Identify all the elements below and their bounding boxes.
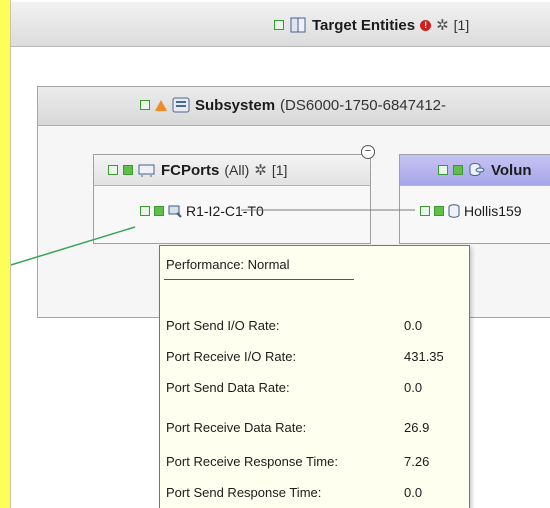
status-normal-icon — [140, 206, 150, 216]
metric-value: 0.0 — [404, 485, 423, 500]
metric-row: Port Send I/O Rate: 0.0 — [166, 318, 462, 336]
asterisk-icon: ✲ — [436, 17, 449, 34]
metric-value: 7.26 — [404, 454, 430, 469]
status-normal-icon — [274, 20, 284, 30]
metric-value: 26.9 — [404, 420, 430, 435]
status-normal-icon — [123, 165, 133, 175]
volumes-header[interactable]: Volun — [400, 155, 550, 186]
storage-subsystem-icon — [172, 97, 190, 113]
target-entities-title: Target Entities — [312, 16, 416, 34]
fc-port-label: R1-I2-C1-T0 — [186, 203, 264, 219]
fcports-filter: (All) — [224, 162, 250, 178]
status-normal-icon — [140, 100, 150, 110]
fc-port-icon — [168, 205, 182, 218]
status-normal-icon — [420, 206, 430, 216]
fcports-count: [1] — [271, 162, 288, 178]
metric-row: Port Send Data Rate: 0.0 — [166, 380, 462, 398]
metric-row: Port Send Response Time: 0.0 — [166, 485, 462, 503]
status-normal-icon — [108, 165, 118, 175]
entity-group-icon — [290, 17, 306, 33]
target-entities-count: [1] — [453, 17, 470, 33]
error-icon: ! — [420, 19, 432, 31]
fc-port-item[interactable]: R1-I2-C1-T0 — [140, 203, 264, 219]
volume-icon — [448, 204, 460, 218]
volumes-title: Volun — [491, 161, 532, 179]
metric-label: Port Receive Data Rate: — [166, 420, 307, 435]
fcports-group[interactable]: FCPorts (All) ✲ [1] R1-I2-C1-T0 — [93, 154, 371, 244]
metric-label: Port Receive Response Time: — [166, 454, 338, 469]
metric-label: Port Send Response Time: — [166, 485, 322, 500]
warning-triangle-icon — [155, 99, 167, 111]
metric-value: 0.0 — [404, 318, 423, 333]
performance-tooltip: Performance: Normal Port Send I/O Rate: … — [159, 245, 470, 508]
status-normal-icon — [154, 206, 164, 216]
metric-label: Port Send I/O Rate: — [166, 318, 280, 333]
volume-group-icon — [469, 163, 485, 176]
topology-canvas[interactable]: Target Entities ! ✲ [1] Subsystem (DS600… — [10, 0, 550, 508]
status-normal-icon — [438, 165, 448, 175]
volume-item[interactable]: Hollis159 — [420, 203, 522, 219]
target-entities-header[interactable]: Target Entities ! ✲ [1] — [11, 2, 550, 47]
fcports-header[interactable]: FCPorts (All) ✲ [1] — [94, 155, 370, 186]
metric-label: Port Send Data Rate: — [166, 380, 290, 395]
status-normal-icon — [453, 165, 463, 175]
collapse-button[interactable]: − — [361, 145, 375, 159]
metric-row: Port Receive Data Rate: 26.9 — [166, 420, 462, 438]
metric-row: Port Receive Response Time: 7.26 — [166, 454, 462, 472]
performance-status: Performance: Normal — [166, 257, 290, 272]
metric-value: 0.0 — [404, 380, 423, 395]
fc-port-group-icon — [138, 164, 155, 177]
subsystem-id: (DS6000-1750-6847412- — [280, 96, 446, 114]
status-normal-icon — [434, 206, 444, 216]
subsystem-title: Subsystem — [195, 96, 276, 114]
subsystem-header[interactable]: Subsystem (DS6000-1750-6847412- — [38, 87, 550, 126]
metric-row: Port Receive I/O Rate: 431.35 — [166, 349, 462, 367]
volumes-group[interactable]: Volun Hollis159 — [399, 154, 550, 244]
asterisk-icon: ✲ — [254, 162, 267, 179]
fcports-title: FCPorts — [161, 161, 220, 179]
metric-label: Port Receive I/O Rate: — [166, 349, 297, 364]
volume-label: Hollis159 — [464, 203, 522, 219]
tooltip-divider — [164, 279, 354, 280]
metric-value: 431.35 — [404, 349, 444, 364]
